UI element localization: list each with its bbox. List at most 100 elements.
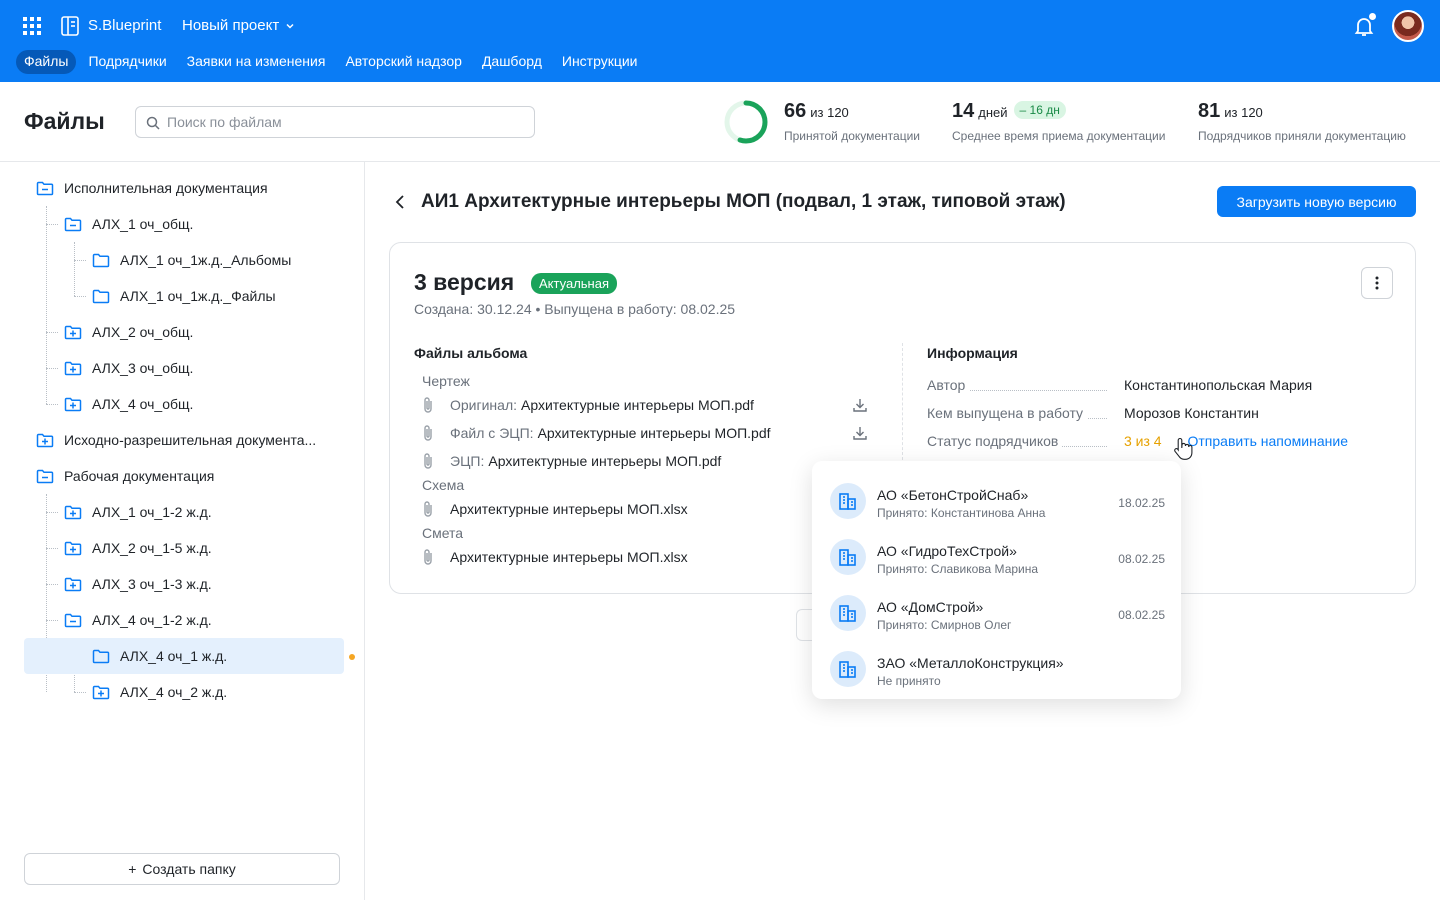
download-icon[interactable] — [852, 397, 868, 413]
upload-new-version-button[interactable]: Загрузить новую версию — [1217, 186, 1416, 217]
tree-item[interactable]: АЛХ_4 оч_1 ж.д. — [24, 638, 344, 674]
tree-item[interactable]: АЛХ_4 оч_общ. — [64, 386, 193, 422]
folder-collapse-icon — [36, 469, 54, 484]
info-value: 3 из 4 Отправить напоминание — [1124, 433, 1348, 449]
nav-tab-contractors[interactable]: Подрядчики — [80, 50, 174, 74]
contractor-date: 08.02.25 — [1118, 608, 1165, 622]
tree-item-label: АЛХ_3 оч_общ. — [92, 360, 194, 376]
contractor-acceptance-status: Принято: Константинова Анна — [877, 506, 1046, 520]
file-name: Архитектурные интерьеры МОП.pdf — [488, 453, 722, 469]
page-title: Файлы — [24, 108, 105, 134]
nav-tab-instructions[interactable]: Инструкции — [554, 50, 646, 74]
tree-item-label: АЛХ_4 оч_1 ж.д. — [120, 648, 228, 664]
project-selector[interactable]: Новый проект — [182, 17, 295, 34]
contractor-name: ЗАО «МеталлоКонструкция» — [877, 655, 1064, 671]
tree-item[interactable]: Рабочая документация — [36, 458, 214, 494]
kebab-menu-icon — [1375, 276, 1379, 290]
contractor-name: АО «ГидроТехСтрой» — [877, 543, 1017, 559]
file-prefix: Оригинал: — [450, 397, 517, 413]
file-row[interactable]: Архитектурные интерьеры МОП.xlsx — [422, 498, 688, 520]
contractor-row[interactable]: АО «ДомСтрой» Принято: Смирнов Олег 08.02.… — [812, 585, 1181, 641]
hand-cursor-icon — [1174, 437, 1193, 460]
contractor-name: АО «БетонСтройСнаб» — [877, 487, 1029, 503]
organization-building-icon — [830, 651, 866, 687]
file-name: Архитектурные интерьеры МОП.pdf — [537, 425, 771, 441]
tree-item[interactable]: АЛХ_1 оч_1ж.д._Альбомы — [92, 242, 291, 278]
apps-grid-icon[interactable] — [22, 16, 42, 36]
folder-icon — [92, 649, 110, 664]
folder-expand-icon — [92, 685, 110, 700]
tree-guide — [74, 692, 86, 693]
tree-item-label: АЛХ_2 оч_общ. — [92, 324, 194, 340]
stat-caption: Подрядчиков приняли документацию — [1198, 129, 1406, 143]
create-folder-button[interactable]: + Создать папку — [24, 853, 340, 885]
contractor-acceptance-status: Принято: Смирнов Олег — [877, 618, 1012, 632]
tree-item[interactable]: АЛХ_2 оч_общ. — [64, 314, 193, 350]
download-icon[interactable] — [852, 425, 868, 441]
tree-item[interactable]: АЛХ_1 оч_общ. — [64, 206, 193, 242]
file-prefix: Файл с ЭЦП: — [450, 425, 534, 441]
nav-tab-author-supervision[interactable]: Авторский надзор — [337, 50, 469, 74]
create-folder-label: Создать папку — [142, 861, 236, 877]
tree-item[interactable]: АЛХ_3 оч_общ. — [64, 350, 193, 386]
tree-item[interactable]: Исходно-разрешительная документа... — [36, 422, 316, 458]
contractors-status-popover: АО «БетонСтройСнаб» Принято: Константинов… — [812, 461, 1181, 699]
stat-caption: Принятой документации — [784, 129, 920, 143]
tree-item[interactable]: Исполнительная документация — [36, 170, 268, 206]
tree-item[interactable]: АЛХ_4 оч_1-2 ж.д. — [64, 602, 212, 638]
folder-tree-sidebar: Исполнительная документация АЛХ_1 оч_общ.… — [0, 162, 365, 900]
file-name: Архитектурные интерьеры МОП.xlsx — [450, 549, 688, 565]
stat-contractors-accepted: 81 из 120 Подрядчиков приняли документаци… — [1198, 100, 1406, 143]
paperclip-icon — [424, 453, 432, 469]
contractor-row[interactable]: АО «БетонСтройСнаб» Принято: Константинов… — [812, 473, 1181, 529]
search-input[interactable] — [167, 107, 527, 137]
tree-item[interactable]: АЛХ_1 оч_1-2 ж.д. — [64, 494, 212, 530]
tree-item-label: Исходно-разрешительная документа... — [64, 432, 317, 448]
file-row[interactable]: ЭЦП: Архитектурные интерьеры МОП.pdf — [422, 450, 721, 472]
folder-expand-icon — [64, 325, 82, 340]
user-avatar[interactable] — [1392, 10, 1424, 42]
tree-item[interactable]: АЛХ_3 оч_1-3 ж.д. — [64, 566, 212, 602]
tree-guide — [46, 584, 58, 585]
tree-guide — [74, 242, 75, 296]
file-row[interactable]: Архитектурные интерьеры МОП.xlsx — [422, 546, 688, 568]
file-prefix: ЭЦП: — [450, 453, 485, 469]
group-label-drawing: Чертеж — [422, 373, 470, 389]
contractor-status-count[interactable]: 3 из 4 — [1124, 433, 1162, 449]
contractor-row[interactable]: АО «ГидроТехСтрой» Принято: Славикова Мар… — [812, 529, 1181, 585]
folder-collapse-icon — [64, 217, 82, 232]
blueprint-logo-icon — [61, 16, 79, 36]
send-reminder-link[interactable]: Отправить напоминание — [1187, 433, 1348, 449]
tree-item-label: АЛХ_4 оч_1-2 ж.д. — [92, 612, 212, 628]
nav-tab-files[interactable]: Файлы — [16, 50, 77, 74]
tree-item[interactable]: АЛХ_1 оч_1ж.д._Файлы — [92, 278, 276, 314]
tree-guide — [74, 296, 86, 297]
top-bar: S.Blueprint Новый проект Файлы Подрядчик… — [0, 0, 1440, 82]
organization-building-icon — [830, 595, 866, 631]
brand-name: S.Blueprint — [88, 17, 162, 34]
chevron-down-icon — [286, 23, 294, 29]
nav-tab-dashboard[interactable]: Дашборд — [474, 50, 550, 74]
nav-tab-change-requests[interactable]: Заявки на изменения — [179, 50, 334, 74]
stat-value: 14 — [952, 100, 975, 122]
info-row-author: Автор Константинопольская Мария — [927, 377, 1387, 397]
info-label: Кем выпущена в работу — [927, 405, 1088, 421]
file-row[interactable]: Оригинал: Архитектурные интерьеры МОП.pd… — [422, 394, 754, 416]
back-arrow-icon[interactable] — [391, 192, 409, 212]
folder-icon — [92, 253, 110, 268]
tree-item[interactable]: АЛХ_2 оч_1-5 ж.д. — [64, 530, 212, 566]
folder-expand-icon — [64, 397, 82, 412]
stat-unit: из 120 — [810, 105, 849, 120]
stat-value: 81 — [1198, 100, 1221, 122]
info-value: Константинопольская Мария — [1124, 377, 1313, 393]
tree-item-label: АЛХ_1 оч_1ж.д._Файлы — [120, 288, 276, 304]
tree-guide — [74, 260, 86, 261]
tree-item[interactable]: АЛХ_4 оч_2 ж.д. — [92, 674, 227, 710]
version-status-badge: Актуальная — [531, 273, 617, 294]
contractor-row[interactable]: ЗАО «МеталлоКонструкция» Не принято — [812, 641, 1181, 697]
tree-item-label: АЛХ_1 оч_общ. — [92, 216, 194, 232]
tree-guide — [46, 206, 47, 404]
folder-icon — [92, 289, 110, 304]
more-options-button[interactable] — [1361, 267, 1393, 299]
file-row[interactable]: Файл с ЭЦП: Архитектурные интерьеры МОП.… — [422, 422, 771, 444]
